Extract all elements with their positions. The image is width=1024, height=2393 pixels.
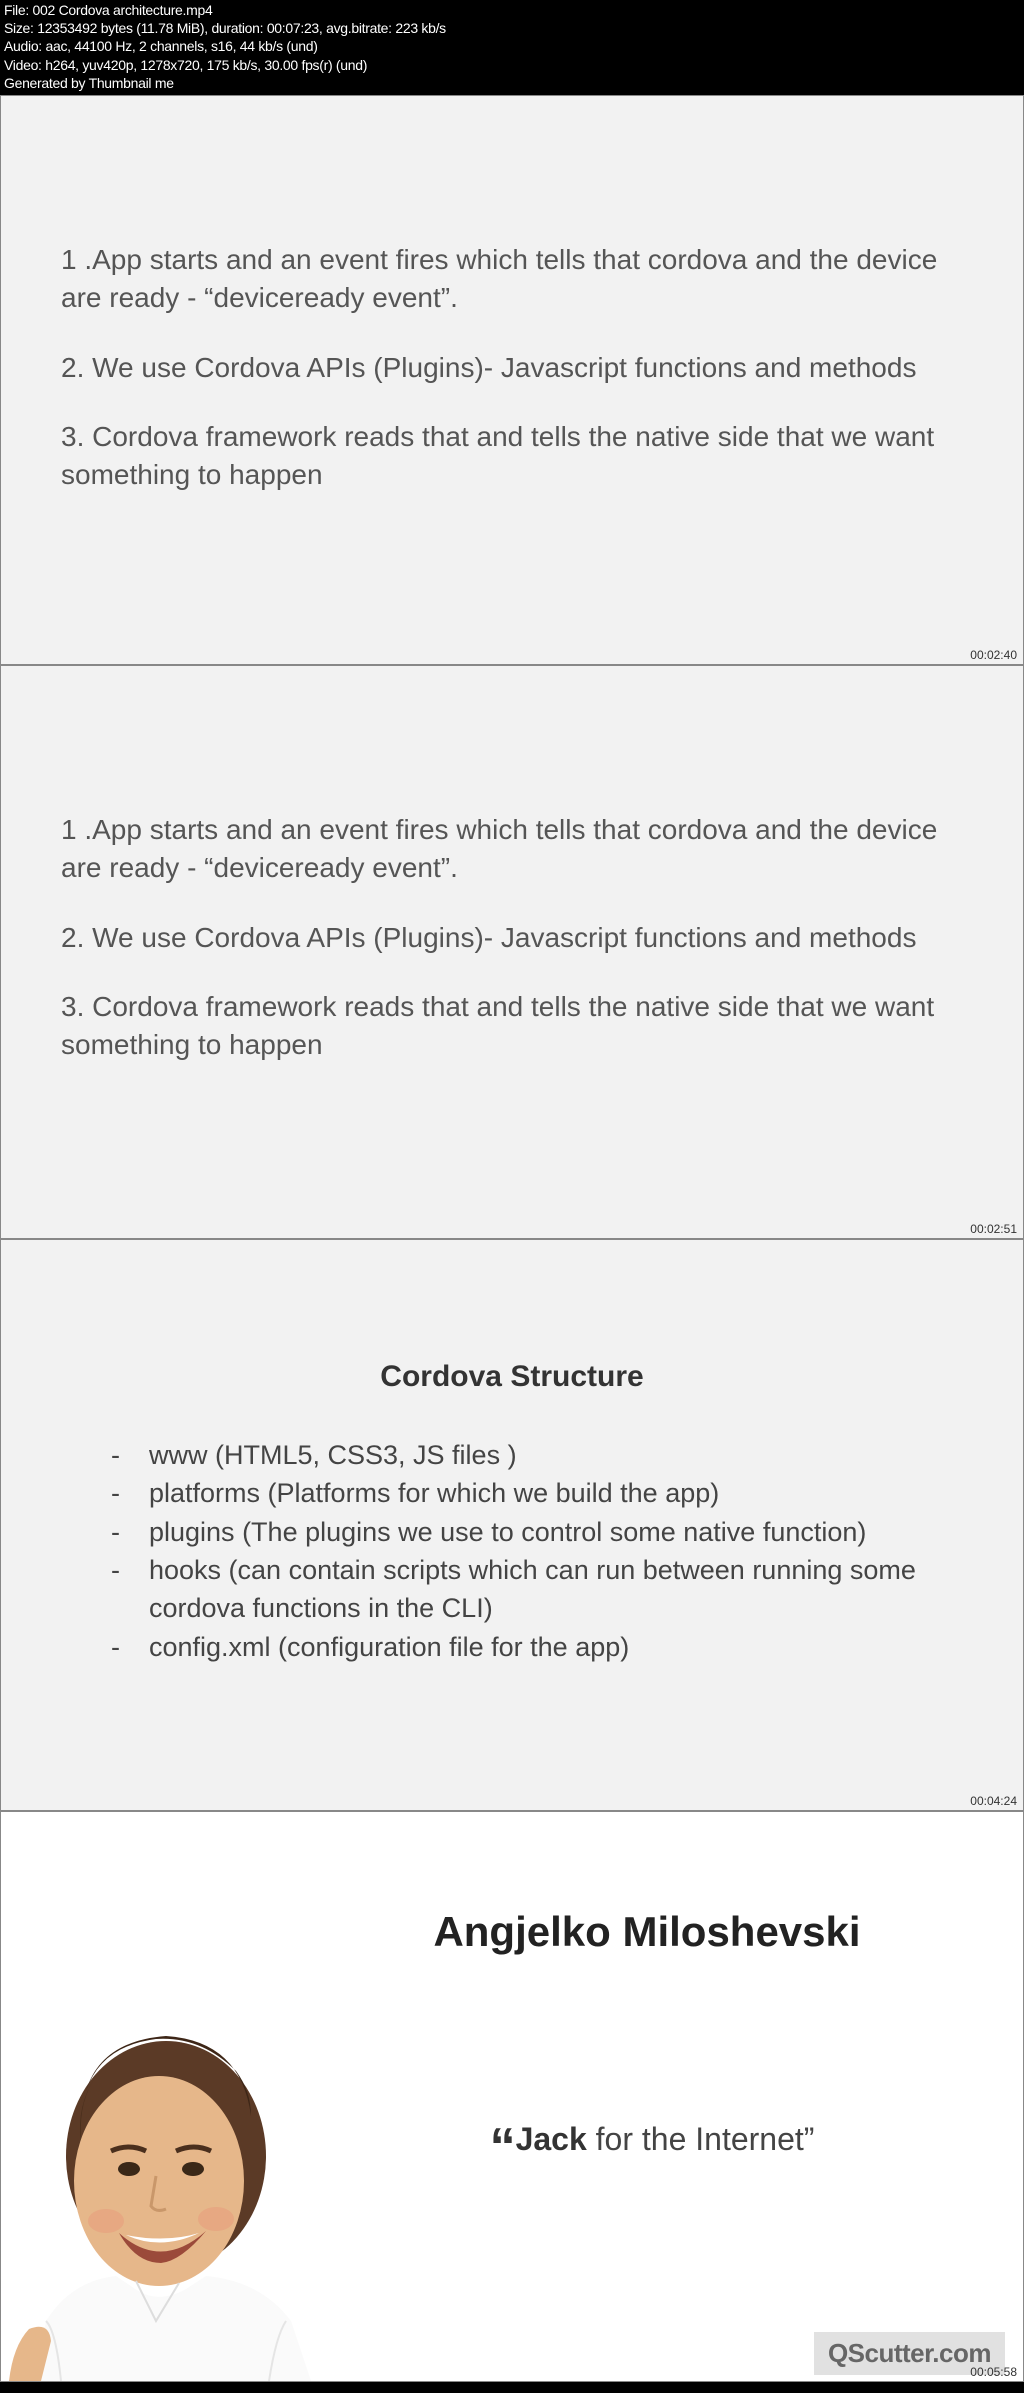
- frame-timestamp: 00:02:40: [970, 648, 1017, 662]
- slide-paragraph: 1 .App starts and an event fires which t…: [61, 241, 963, 317]
- frame-timestamp: 00:04:24: [970, 1794, 1017, 1808]
- slide-structure: Cordova Structure www (HTML5, CSS3, JS f…: [1, 1240, 1023, 1706]
- thumbnail-frame-2: 1 .App starts and an event fires which t…: [0, 665, 1024, 1239]
- quote-open-icon: “: [490, 2118, 516, 2176]
- frame-timestamp: 00:02:51: [970, 1222, 1017, 1236]
- metadata-audio: Audio: aac, 44100 Hz, 2 channels, s16, 4…: [4, 37, 1020, 55]
- list-item: config.xml (configuration file for the a…: [101, 1628, 963, 1666]
- metadata-size: Size: 12353492 bytes (11.78 MiB), durati…: [4, 19, 1020, 37]
- list-item: plugins (The plugins we use to control s…: [101, 1513, 963, 1551]
- structure-list: www (HTML5, CSS3, JS files ) platforms (…: [61, 1436, 963, 1666]
- list-item: platforms (Platforms for which we build …: [101, 1474, 963, 1512]
- quote-nickname: Jack: [516, 2121, 587, 2157]
- metadata-video: Video: h264, yuv420p, 1278x720, 175 kb/s…: [4, 56, 1020, 74]
- author-photo: [1, 1981, 381, 2381]
- slide-text: 1 .App starts and an event fires which t…: [1, 666, 1023, 1136]
- video-metadata-bar: File: 002 Cordova architecture.mp4 Size:…: [0, 0, 1024, 95]
- list-item: hooks (can contain scripts which can run…: [101, 1551, 963, 1628]
- slide-text: 1 .App starts and an event fires which t…: [1, 96, 1023, 566]
- metadata-file: File: 002 Cordova architecture.mp4: [4, 1, 1020, 19]
- slide-paragraph: 2. We use Cordova APIs (Plugins)- Javasc…: [61, 919, 963, 957]
- slide-paragraph: 3. Cordova framework reads that and tell…: [61, 418, 963, 494]
- slide-paragraph: 1 .App starts and an event fires which t…: [61, 811, 963, 887]
- quote-text: for the Internet”: [587, 2121, 815, 2157]
- author-name: Angjelko Miloshevski: [301, 1908, 993, 1956]
- author-quote: “Jack for the Internet”: [341, 2117, 963, 2177]
- list-item: www (HTML5, CSS3, JS files ): [101, 1436, 963, 1474]
- slide-title: Cordova Structure: [61, 1360, 963, 1394]
- slide-paragraph: 3. Cordova framework reads that and tell…: [61, 988, 963, 1064]
- frame-timestamp: 00:05:58: [970, 2365, 1017, 2379]
- metadata-generated: Generated by Thumbnail me: [4, 74, 1020, 92]
- thumbnail-frame-1: 1 .App starts and an event fires which t…: [0, 95, 1024, 665]
- thumbnail-frame-3: Cordova Structure www (HTML5, CSS3, JS f…: [0, 1239, 1024, 1811]
- thumbnail-frame-4: Angjelko Miloshevski “Jack for the Inter…: [0, 1811, 1024, 2382]
- slide-paragraph: 2. We use Cordova APIs (Plugins)- Javasc…: [61, 349, 963, 387]
- thumbnail-grid: 1 .App starts and an event fires which t…: [0, 95, 1024, 2382]
